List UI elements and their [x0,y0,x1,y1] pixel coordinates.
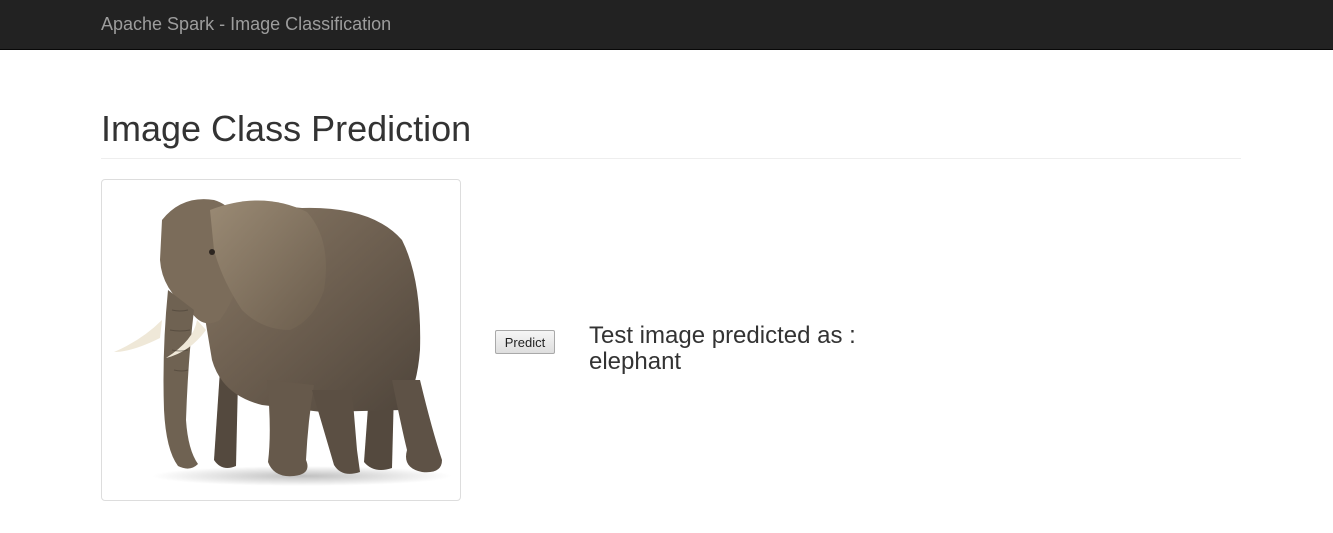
elephant-image [114,199,452,486]
page-title: Image Class Prediction [101,108,472,149]
navbar-brand[interactable]: Apache Spark - Image Classification [101,14,391,35]
predict-button[interactable]: Predict [495,330,555,354]
prediction-result: Test image predicted as : elephant [589,323,909,375]
prediction-prefix: Test image predicted as : [589,322,856,349]
test-image-thumbnail [101,179,461,501]
page-header: Image Class Prediction [101,108,1241,159]
prediction-value: elephant [589,348,682,375]
top-navbar: Apache Spark - Image Classification [0,0,1333,50]
